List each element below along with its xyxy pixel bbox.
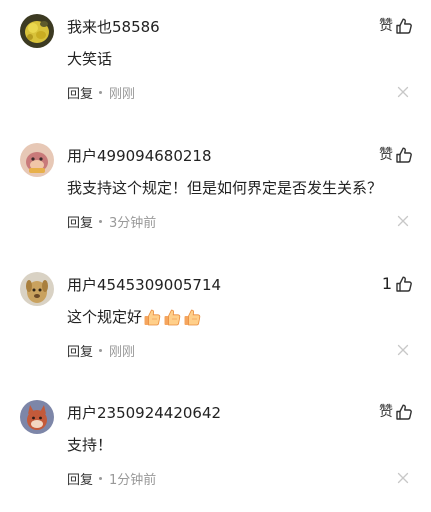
comment-text: 这个规定好 (67, 306, 202, 328)
thumbs-up-icon (396, 18, 412, 34)
separator-dot (99, 476, 103, 480)
comment-time: 1分钟前 (109, 472, 157, 488)
separator-dot (99, 348, 103, 352)
comment-item: 用户2350924420642 赞 支持！ 回复 1分钟前 (0, 386, 431, 512)
reply-button[interactable]: 回复 (67, 469, 93, 488)
comment-text-value: 大笑话 (67, 50, 113, 68)
thumbs-up-icon (396, 404, 412, 420)
user-avatar[interactable] (20, 400, 54, 434)
comment-item: 用户4545309005714 1 这个规定好 回复 刚刚 (0, 258, 431, 384)
thumbs-up-icon (396, 276, 412, 292)
separator-dot (99, 219, 103, 223)
reply-button[interactable]: 回复 (67, 83, 93, 102)
comment-text-value: 这个规定好 (67, 308, 143, 326)
user-avatar[interactable] (20, 14, 54, 48)
comment-time: 3分钟前 (109, 215, 157, 231)
thumbs-up-emoji-icon (164, 309, 181, 325)
comment-time: 刚刚 (109, 86, 136, 102)
like-label: 赞 (379, 404, 393, 420)
username[interactable]: 用户4545309005714 (67, 274, 221, 296)
username[interactable]: 用户499094680218 (67, 145, 212, 167)
comment-footer: 回复 1分钟前 (67, 468, 156, 488)
close-icon[interactable] (397, 472, 409, 484)
comment-item: 我来也58586 赞 大笑话 回复 刚刚 (0, 0, 431, 126)
like-button[interactable]: 1 (382, 272, 413, 296)
cartoon-dog-avatar-icon (20, 272, 54, 306)
username[interactable]: 用户2350924420642 (67, 402, 221, 424)
reply-button[interactable]: 回复 (67, 341, 93, 360)
thumbs-up-icon (396, 147, 412, 163)
user-avatar[interactable] (20, 143, 54, 177)
cartoon-fox-avatar-icon (20, 400, 54, 434)
comment-text: 支持！ (67, 434, 112, 456)
close-icon[interactable] (397, 215, 409, 227)
emoji-row (143, 308, 202, 327)
user-avatar[interactable] (20, 272, 54, 306)
comment-item: 用户499094680218 赞 我支持这个规定！但是如何界定是否发生关系？ 回… (0, 129, 431, 255)
close-icon[interactable] (397, 86, 409, 98)
username[interactable]: 我来也58586 (67, 16, 160, 38)
like-label: 赞 (379, 18, 393, 34)
separator-dot (99, 90, 103, 94)
like-button[interactable]: 赞 (379, 14, 413, 38)
comment-text-value: 我支持这个规定！但是如何界定是否发生关系？ (67, 179, 383, 197)
thumbs-up-emoji-icon (144, 309, 161, 325)
like-count: 1 (381, 274, 392, 293)
comment-footer: 回复 3分钟前 (67, 211, 156, 231)
thumbs-up-emoji-icon (184, 309, 201, 325)
like-label: 赞 (379, 147, 393, 163)
like-button[interactable]: 赞 (379, 143, 413, 167)
close-icon[interactable] (397, 344, 409, 356)
comment-footer: 回复 刚刚 (67, 82, 135, 102)
comment-text: 大笑话 (67, 48, 112, 70)
cartoon-pig-avatar-icon (20, 143, 54, 177)
comment-time: 刚刚 (109, 344, 136, 360)
comment-text: 我支持这个规定！但是如何界定是否发生关系？ (67, 177, 382, 199)
comment-footer: 回复 刚刚 (67, 340, 135, 360)
yellow-flower-avatar-icon (20, 14, 54, 48)
reply-button[interactable]: 回复 (67, 212, 93, 231)
like-button[interactable]: 赞 (379, 400, 413, 424)
comment-text-value: 支持！ (67, 436, 113, 454)
